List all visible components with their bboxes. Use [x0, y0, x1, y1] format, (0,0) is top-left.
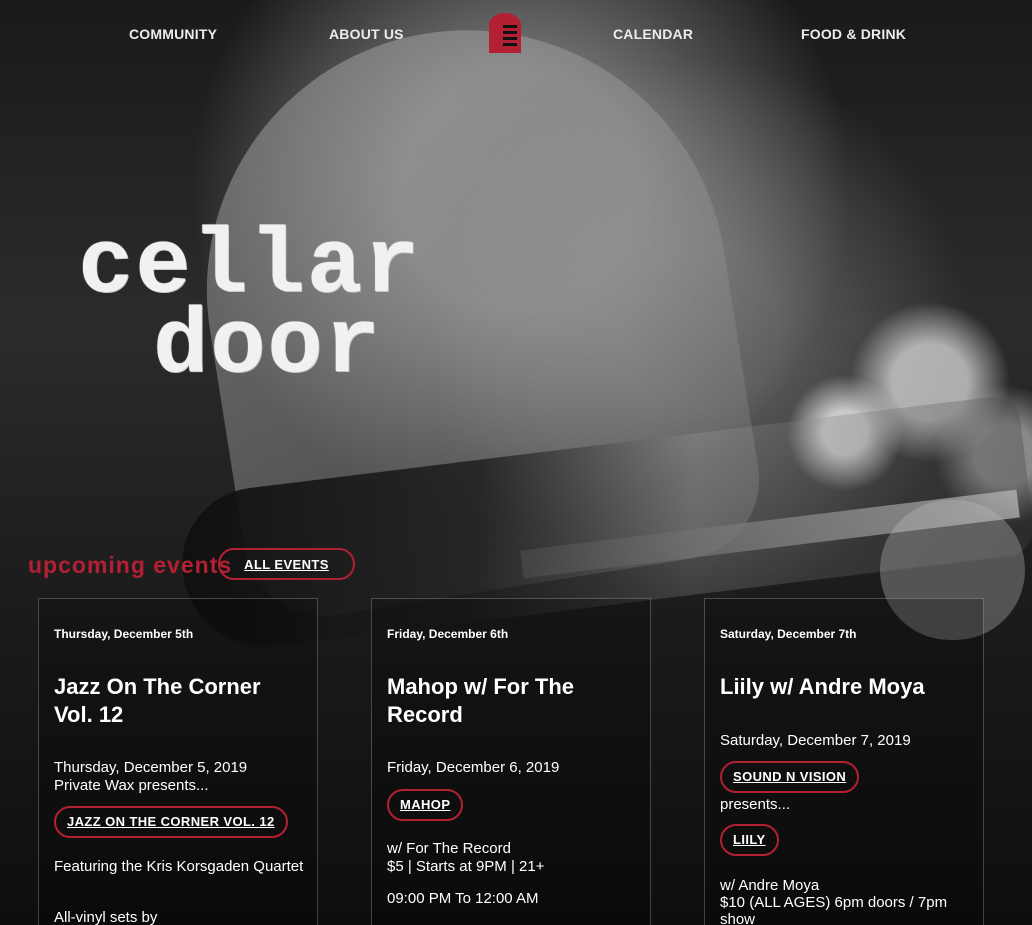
upcoming-events-title: upcoming events [28, 552, 233, 578]
event-date: Friday, December 6, 2019 [387, 759, 560, 776]
event-card-2[interactable]: Friday, December 6th Mahop w/ For The Re… [371, 598, 651, 925]
nav-food-drink[interactable]: FOOD & DRINK [801, 26, 906, 42]
event-card-3[interactable]: Saturday, December 7th Liily w/ Andre Mo… [704, 598, 984, 925]
event-card-1[interactable]: Thursday, December 5th Jazz On The Corne… [38, 598, 318, 925]
event-title[interactable]: Mahop w/ For The Record [387, 673, 637, 729]
event-day-label: Thursday, December 5th [54, 627, 194, 641]
event-detail-1: w/ For The Record [387, 840, 511, 857]
event-detail-2: $5 | Starts at 9PM | 21+ [387, 858, 545, 875]
event-presents: presents... [720, 796, 791, 813]
brand-line-2: door [153, 294, 382, 399]
event-extra: All-vinyl sets by [54, 909, 158, 925]
event-detail-3: show [720, 911, 756, 925]
event-detail: Featuring the Kris Korsgaden Quartet [54, 858, 304, 875]
nav-calendar[interactable]: CALENDAR [613, 26, 693, 42]
event-tag-2[interactable]: LIILY [720, 824, 779, 856]
nav-about-us[interactable]: ABOUT US [329, 26, 404, 42]
event-detail-2: $10 (ALL AGES) 6pm doors / 7pm [720, 894, 948, 911]
nav-community[interactable]: COMMUNITY [129, 26, 217, 42]
event-title[interactable]: Liily w/ Andre Moya [720, 673, 970, 701]
event-tag-1[interactable]: SOUND N VISION [720, 761, 860, 793]
all-events-button[interactable]: ALL EVENTS [218, 548, 355, 580]
event-day-label: Saturday, December 7th [720, 627, 857, 641]
event-time: 09:00 PM To 12:00 AM [387, 890, 539, 907]
event-day-label: Friday, December 6th [387, 627, 509, 641]
event-tag[interactable]: MAHOP [387, 789, 464, 821]
hero-background: COMMUNITY ABOUT US CALENDAR FOOD & DRINK… [0, 0, 1032, 925]
door-logo-icon[interactable] [489, 13, 521, 53]
top-nav: COMMUNITY ABOUT US CALENDAR FOOD & DRINK [0, 0, 1032, 75]
event-title[interactable]: Jazz On The Corner Vol. 12 [54, 673, 304, 729]
event-detail-1: w/ Andre Moya [720, 877, 820, 894]
event-presenter: Private Wax presents... [54, 777, 209, 794]
event-date: Saturday, December 7, 2019 [720, 732, 911, 749]
brand-wordmark: cellar door [78, 221, 498, 399]
event-date: Thursday, December 5, 2019 [54, 759, 248, 776]
event-tag[interactable]: JAZZ ON THE CORNER VOL. 12 [54, 806, 288, 838]
